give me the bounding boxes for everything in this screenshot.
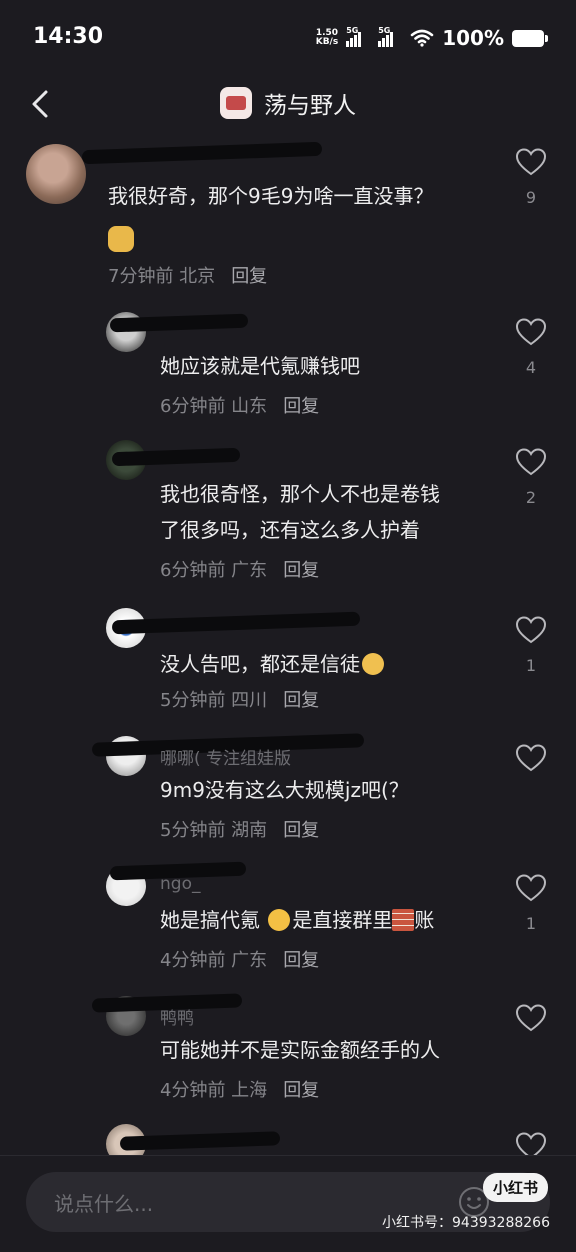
like-count: 2 bbox=[525, 488, 537, 507]
note-thumbnail bbox=[220, 87, 252, 119]
username-redacted[interactable] bbox=[81, 141, 323, 165]
heart-icon bbox=[516, 1132, 546, 1156]
like-button[interactable] bbox=[516, 744, 546, 784]
status-bar: 14:30 1.50 KB/s 5G 5G 100% bbox=[0, 0, 576, 76]
cat-emoji bbox=[268, 909, 291, 931]
reply-button[interactable]: 回复 bbox=[231, 266, 267, 287]
comment-text: 可能她并不是实际金额经手的人 bbox=[160, 1038, 440, 1062]
reply-button[interactable]: 回复 bbox=[283, 396, 319, 417]
comment-text: 她应该就是代氪赚钱吧 bbox=[160, 354, 360, 378]
top-bar: 荡与野人 bbox=[0, 76, 576, 132]
like-button[interactable] bbox=[516, 1004, 546, 1044]
watermark-logo: 小红书 bbox=[482, 1173, 548, 1202]
like-button[interactable]: 4 bbox=[516, 318, 546, 377]
like-button[interactable]: 1 bbox=[516, 874, 546, 933]
username[interactable]: ngo_ bbox=[160, 874, 200, 894]
battery-percent: 100% bbox=[442, 26, 504, 50]
comment-meta: 6分钟前 山东 回复 bbox=[160, 396, 320, 417]
status-icons: 1.50 KB/s 5G 5G 100% bbox=[315, 26, 548, 50]
heart-icon bbox=[516, 1004, 546, 1032]
emoji-sticker bbox=[108, 226, 134, 252]
like-button[interactable]: 1 bbox=[516, 616, 546, 675]
heart-icon bbox=[516, 744, 546, 772]
username-redacted[interactable] bbox=[111, 447, 241, 467]
heart-icon bbox=[516, 318, 546, 346]
reply-item: 我也很奇怪，那个人不也是卷钱 了很多吗，还有这么多人护着 6分钟前 广东 回复 2 bbox=[0, 436, 576, 596]
reply-button[interactable]: 回复 bbox=[283, 820, 319, 841]
reply-button[interactable]: 回复 bbox=[283, 690, 319, 711]
comment-input-bar: 说点什么... 小红书 小红书号：94393288266 bbox=[0, 1155, 576, 1252]
reply-button[interactable]: 回复 bbox=[283, 560, 319, 581]
emoji-sticker bbox=[362, 653, 384, 675]
comment-meta: 5分钟前 湖南 回复 bbox=[160, 820, 320, 841]
comment-meta: 4分钟前 广东 回复 bbox=[160, 950, 320, 971]
wifi-icon bbox=[410, 29, 434, 47]
comment-text: 我也很奇怪，那个人不也是卷钱 bbox=[160, 482, 440, 506]
input-placeholder: 说点什么... bbox=[54, 1192, 154, 1216]
signal-icon-2: 5G bbox=[378, 26, 402, 47]
username[interactable]: 哪哪( 专注组娃版 bbox=[160, 744, 291, 769]
like-count: 1 bbox=[525, 656, 537, 675]
comment-text: 9m9没有这么大规模jz吧(？ bbox=[160, 778, 409, 802]
like-button[interactable]: 9 bbox=[516, 148, 546, 207]
network-speed: 1.50 KB/s bbox=[315, 28, 339, 47]
reply-item: 哪哪( 专注组娃版 9m9没有这么大规模jz吧(？ 5分钟前 湖南 回复 bbox=[0, 732, 576, 852]
reply-item: 鸭鸭 可能她并不是实际金额经手的人 4分钟前 上海 回复 bbox=[0, 992, 576, 1112]
like-button[interactable]: 2 bbox=[516, 448, 546, 507]
heart-icon bbox=[516, 448, 546, 476]
like-count: 9 bbox=[525, 188, 537, 207]
comment-text: 我很好奇，那个9毛9为啥一直没事？ bbox=[108, 184, 434, 208]
heart-icon bbox=[516, 616, 546, 644]
username-redacted[interactable] bbox=[111, 611, 361, 635]
watermark-id: 小红书号：94393288266 bbox=[382, 1215, 550, 1231]
comment-text: 了很多吗，还有这么多人护着 bbox=[160, 518, 420, 542]
battery-icon bbox=[512, 29, 548, 47]
heart-icon bbox=[516, 148, 546, 176]
comment-text: 没人告吧，都还是信徒 bbox=[160, 648, 384, 681]
like-count: 1 bbox=[525, 914, 537, 933]
comment-meta: 4分钟前 上海 回复 bbox=[160, 1080, 320, 1101]
heart-icon bbox=[516, 874, 546, 902]
avatar[interactable] bbox=[26, 144, 86, 204]
note-title[interactable]: 荡与野人 bbox=[0, 86, 576, 120]
username[interactable]: 鸭鸭 bbox=[160, 1004, 194, 1029]
reply-item: 没人告吧，都还是信徒 5分钟前 四川 回复 1 bbox=[0, 604, 576, 724]
brick-emoji bbox=[392, 909, 415, 931]
like-count: 4 bbox=[525, 358, 537, 377]
comment-meta: 5分钟前 四川 回复 bbox=[160, 690, 320, 711]
comment-text: 她是搞代氪 是直接群里账 bbox=[160, 908, 435, 932]
reply-button[interactable]: 回复 bbox=[283, 950, 319, 971]
reply-item: 她应该就是代氪赚钱吧 6分钟前 山东 回复 4 bbox=[0, 306, 576, 426]
reply-button[interactable]: 回复 bbox=[283, 1080, 319, 1101]
reply-item: ngo_ 她是搞代氪 是直接群里账 4分钟前 广东 回复 1 bbox=[0, 861, 576, 982]
like-button[interactable] bbox=[516, 1132, 546, 1156]
signal-icon-1: 5G bbox=[346, 26, 370, 47]
comment-meta: 7分钟前 北京 回复 bbox=[108, 266, 268, 287]
reply-item bbox=[0, 1120, 576, 1156]
comment-meta: 6分钟前 广东 回复 bbox=[160, 560, 320, 581]
status-time: 14:30 bbox=[33, 24, 104, 49]
page-title: 荡与野人 bbox=[264, 93, 356, 119]
comment-item: 我很好奇，那个9毛9为啥一直没事？ 7分钟前 北京 回复 9 bbox=[0, 140, 576, 300]
